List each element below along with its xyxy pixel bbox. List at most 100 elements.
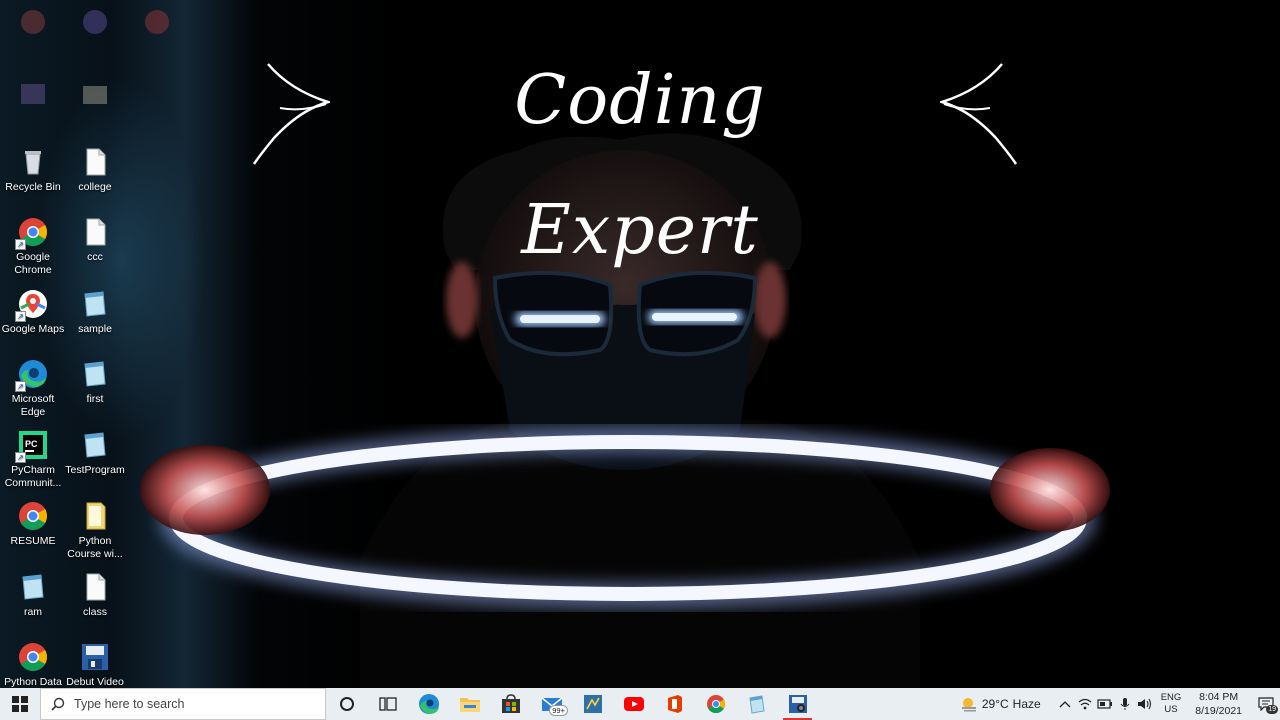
desktop-icon-label: class: [83, 606, 107, 618]
taskbar-chrome[interactable]: [695, 688, 736, 720]
weather-widget[interactable]: 29°C Haze: [960, 696, 1041, 712]
blurred-app-icon: [17, 78, 49, 110]
lang-line1: ENG: [1160, 692, 1182, 703]
desktop-icon-microsoft-edge[interactable]: ↗ Microsoft Edge: [0, 358, 66, 419]
edge-icon: ↗: [15, 358, 49, 392]
desktop-icon-python-data[interactable]: Python Data: [0, 641, 66, 689]
notification-count-badge: 19: [1266, 705, 1278, 714]
svg-text:PC: PC: [25, 439, 38, 449]
desktop-icon-label: RESUME: [10, 535, 56, 547]
desktop-icon-label: Recycle Bin: [5, 181, 61, 193]
desktop-icon-debut-video[interactable]: Debut Video: [62, 641, 128, 689]
blurred-app-icon: [79, 6, 111, 38]
desktop-icon-python-course[interactable]: Python Course wi...: [62, 500, 128, 561]
weather-desc: Haze: [1012, 697, 1041, 711]
desktop-icon-label: first: [86, 393, 104, 405]
desktop-icon-label: ram: [23, 606, 43, 618]
volume-button[interactable]: [1135, 688, 1155, 720]
show-hidden-icons-button[interactable]: [1055, 688, 1075, 720]
microphone-button[interactable]: [1115, 688, 1135, 720]
task-view-button[interactable]: [367, 688, 408, 720]
store-icon: [501, 694, 520, 713]
desktop-icon-ram[interactable]: ram: [0, 571, 66, 619]
desktop-icon-label: Python Course wi...: [67, 535, 123, 560]
battery-icon: [1097, 699, 1112, 709]
lang-line2: US: [1164, 704, 1178, 715]
taskbar-python-idle[interactable]: [572, 688, 613, 720]
windows-logo-icon: [12, 696, 28, 712]
cortana-icon: [339, 697, 354, 711]
taskbar-notepad[interactable]: [736, 688, 777, 720]
desktop-icon-blurred-4[interactable]: [0, 78, 66, 113]
chevron-up-icon: [1059, 701, 1071, 708]
blurred-app-icon: [79, 78, 111, 110]
taskbar-debut-video[interactable]: [777, 688, 818, 720]
chrome-icon: [17, 641, 49, 673]
desktop-icon-college[interactable]: college: [62, 146, 128, 194]
chrome-icon: ↗: [15, 216, 49, 250]
desktop-icon-blurred-2[interactable]: [62, 6, 128, 41]
battery-button[interactable]: [1095, 688, 1115, 720]
desktop-icon-first[interactable]: first: [62, 358, 128, 406]
taskbar-search-box[interactable]: Type here to search: [40, 688, 326, 720]
desktop-wallpaper: Coding Expert: [0, 0, 1280, 688]
chrome-icon: [17, 500, 49, 532]
action-center-button[interactable]: 19: [1252, 688, 1280, 720]
desktop-icon-blurred-5[interactable]: [62, 78, 128, 113]
speaker-icon: [1137, 698, 1151, 710]
shortcut-arrow-icon: ↗: [15, 311, 26, 322]
python-idle-icon: [583, 695, 602, 713]
shortcut-arrow-icon: ↗: [15, 452, 26, 463]
desktop-icon-google-chrome[interactable]: ↗ Google Chrome: [0, 216, 66, 277]
taskbar-youtube[interactable]: [613, 688, 654, 720]
desktop-icon-label: college: [78, 181, 112, 193]
desktop-icon-label: Google Maps: [1, 323, 65, 335]
desktop-icon-blurred-3[interactable]: [124, 6, 190, 41]
taskbar-file-explorer[interactable]: [449, 688, 490, 720]
taskbar-mail[interactable]: 99+: [531, 688, 572, 720]
document-icon: [79, 571, 111, 603]
taskbar-store[interactable]: [490, 688, 531, 720]
clock-time: 8:04 PM: [1199, 691, 1239, 703]
flourish-left-decoration: [252, 63, 330, 165]
desktop-icon-blurred-1[interactable]: [0, 6, 66, 41]
taskbar-edge[interactable]: [408, 688, 449, 720]
maps-icon: ↗: [15, 288, 49, 322]
desktop-icon-label: ccc: [87, 251, 103, 263]
notepad-icon: [17, 571, 49, 603]
network-button[interactable]: [1075, 688, 1095, 720]
desktop-icon-label: Google Chrome: [14, 251, 52, 276]
cortana-button[interactable]: [326, 688, 367, 720]
task-view-icon: [378, 697, 397, 711]
desktop-icon-sample[interactable]: sample: [62, 288, 128, 336]
chrome-icon: [706, 695, 725, 714]
desktop-icon-recycle-bin[interactable]: Recycle Bin: [0, 146, 66, 194]
taskbar-office[interactable]: [654, 688, 695, 720]
wifi-icon: [1078, 698, 1092, 710]
desktop-icon-class[interactable]: class: [62, 571, 128, 619]
microphone-icon: [1120, 698, 1130, 710]
desktop-icon-testprogram[interactable]: TestProgram: [62, 429, 128, 477]
document-icon: [79, 146, 111, 178]
wallpaper-title: Coding Expert: [514, 61, 766, 270]
input-language-button[interactable]: ENG US: [1161, 692, 1182, 716]
desktop-icon-google-maps[interactable]: ↗ Google Maps: [0, 288, 66, 336]
desktop-icon-label: PyCharm Communit...: [4, 464, 62, 489]
desktop-icon-pycharm[interactable]: PC ↗ PyCharm Communit...: [0, 429, 66, 490]
desktop-icon-resume[interactable]: RESUME: [0, 500, 66, 548]
desktop-icon-ccc[interactable]: ccc: [62, 216, 128, 264]
blurred-app-icon: [141, 6, 173, 38]
blurred-app-icon: [17, 6, 49, 38]
start-button[interactable]: [0, 688, 40, 720]
notepad-icon: [79, 358, 111, 390]
shortcut-arrow-icon: ↗: [15, 239, 26, 250]
mail-badge: 99+: [549, 705, 568, 716]
desktop-icon-label: TestProgram: [65, 464, 125, 476]
notepad-icon: [79, 429, 111, 461]
recycle-bin-icon: [17, 146, 49, 178]
youtube-icon: [623, 697, 644, 711]
flourish-right-decoration: [940, 63, 1018, 165]
search-icon: [51, 697, 65, 711]
clock-button[interactable]: 8:04 PM 8/19/2021: [1195, 690, 1242, 718]
system-tray: 29°C Haze ENG US 8:04 PM 8/19/2021 19: [960, 688, 1280, 720]
